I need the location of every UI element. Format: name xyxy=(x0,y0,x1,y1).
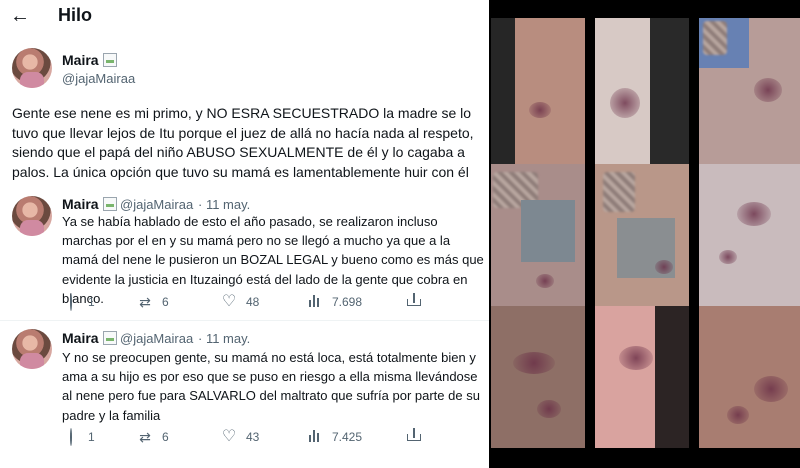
views-icon xyxy=(306,293,324,311)
reply-author-name[interactable]: Maira xyxy=(62,196,117,212)
gallery-photo[interactable] xyxy=(699,306,800,448)
like-button[interactable]: ♡ 48 xyxy=(220,293,260,311)
reply-author-name[interactable]: Maira xyxy=(62,330,117,346)
avatar[interactable] xyxy=(12,329,52,369)
avatar[interactable] xyxy=(12,48,52,88)
reply-author-handle[interactable]: @jajaMairaa xyxy=(120,197,193,212)
retweet-icon: ⇄ xyxy=(139,294,151,310)
gallery-photo[interactable] xyxy=(699,164,800,306)
retweet-button[interactable]: ⇄ 6 xyxy=(136,428,169,446)
gallery-photo[interactable] xyxy=(699,18,800,164)
broken-image-icon xyxy=(102,331,117,345)
page-title: Hilo xyxy=(58,5,92,25)
gallery-photo[interactable] xyxy=(491,18,585,164)
gallery-photo[interactable] xyxy=(491,306,585,448)
gallery-photo[interactable] xyxy=(491,164,585,306)
reply-icon xyxy=(70,428,72,446)
share-button[interactable] xyxy=(407,428,429,441)
reply-button[interactable]: 1 xyxy=(62,428,95,446)
heart-icon: ♡ xyxy=(221,293,237,310)
broken-image-icon xyxy=(102,53,117,67)
retweet-icon: ⇄ xyxy=(139,429,151,445)
reply-date: · 11 may. xyxy=(198,197,251,212)
avatar[interactable] xyxy=(12,196,52,236)
reply-icon xyxy=(70,293,72,311)
broken-image-icon xyxy=(102,197,117,211)
divider xyxy=(0,320,489,321)
photo-gallery xyxy=(489,0,800,468)
share-button[interactable] xyxy=(407,293,429,306)
retweet-button[interactable]: ⇄ 6 xyxy=(136,293,169,311)
reply-button[interactable]: 1 xyxy=(62,293,95,311)
views-icon xyxy=(306,428,324,446)
reply-date: · 11 may. xyxy=(198,331,251,346)
views-button[interactable]: 7.425 xyxy=(306,428,362,446)
heart-icon: ♡ xyxy=(221,428,237,445)
tweet-actions: 1 ⇄ 6 ♡ 48 7.698 xyxy=(62,293,422,313)
gallery-photo[interactable] xyxy=(595,18,689,164)
arrow-left-icon[interactable]: ← xyxy=(10,6,30,26)
views-button[interactable]: 7.698 xyxy=(306,293,362,311)
gallery-photo[interactable] xyxy=(595,306,689,448)
reply-text: Y no se preocupen gente, su mamá no está… xyxy=(62,350,480,423)
like-button[interactable]: ♡ 43 xyxy=(220,428,260,446)
tweet-actions: 1 ⇄ 6 ♡ 43 7.425 xyxy=(62,428,422,448)
thread-header: ← Hilo xyxy=(0,0,489,36)
author-name[interactable]: Maira xyxy=(62,52,117,68)
twitter-thread-panel: ← Hilo Maira @jajaMairaa Gente ese nene … xyxy=(0,0,489,468)
main-tweet-text: Gente ese nene es mi primo, y NO ESRA SE… xyxy=(12,105,474,180)
share-icon xyxy=(407,293,421,306)
gallery-photo[interactable] xyxy=(595,164,689,306)
share-icon xyxy=(407,428,421,441)
author-handle[interactable]: @jajaMairaa xyxy=(62,71,135,86)
reply-author-handle[interactable]: @jajaMairaa xyxy=(120,331,193,346)
